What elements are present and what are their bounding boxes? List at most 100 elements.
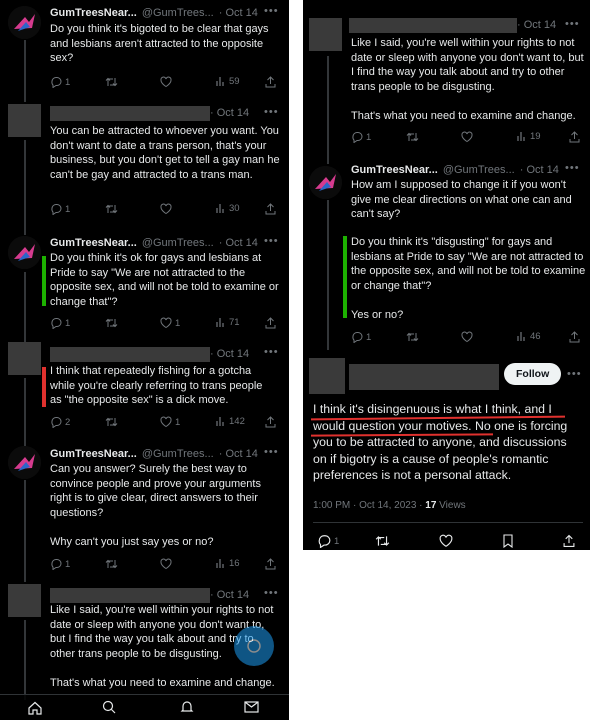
avatar[interactable] — [309, 166, 342, 199]
share-button[interactable] — [563, 534, 575, 548]
reply-button[interactable]: 2 — [50, 416, 70, 428]
notifications-icon[interactable] — [180, 700, 194, 714]
reply-count: 1 — [65, 203, 71, 215]
bookmark-button[interactable] — [502, 534, 514, 548]
reply-button[interactable]: 1 — [317, 534, 339, 548]
handle[interactable]: @GumTrees... — [142, 237, 214, 249]
tweet-date[interactable]: · Oct 14 — [210, 107, 249, 119]
reply-count: 1 — [366, 331, 372, 343]
retweet-button[interactable] — [105, 203, 118, 215]
views-button[interactable]: 19 — [516, 131, 541, 142]
handle[interactable]: @GumTrees... — [142, 448, 214, 460]
views-button[interactable]: 30 — [215, 203, 240, 214]
like-button[interactable]: 1 — [160, 416, 180, 428]
retweet-button[interactable] — [406, 331, 419, 343]
more-icon[interactable]: ••• — [567, 368, 582, 380]
views-icon — [216, 318, 224, 327]
reply-button[interactable]: 1 — [50, 317, 70, 329]
views-button[interactable]: 16 — [215, 558, 240, 569]
reply-button[interactable]: 1 — [50, 76, 70, 88]
views-button[interactable]: 71 — [215, 317, 240, 328]
share-button[interactable] — [265, 203, 276, 215]
like-button[interactable] — [160, 203, 172, 215]
retweet-button[interactable] — [105, 558, 118, 570]
share-button[interactable] — [569, 331, 580, 343]
avatar[interactable] — [8, 446, 41, 479]
retweet-icon — [406, 132, 419, 142]
share-button[interactable] — [569, 131, 580, 143]
display-name[interactable]: GumTreesNear... — [351, 164, 438, 176]
reply-icon — [51, 318, 62, 329]
views-button[interactable]: 46 — [516, 331, 541, 342]
like-button[interactable] — [461, 331, 473, 343]
avatar[interactable] — [8, 6, 41, 39]
redacted-name — [349, 17, 517, 33]
views-button[interactable]: 59 — [215, 76, 240, 87]
avatar[interactable] — [8, 236, 41, 269]
tweet-date[interactable]: · Oct 14 — [219, 7, 258, 19]
avatar[interactable] — [309, 358, 345, 394]
tweet-date[interactable]: · Oct 14 — [210, 348, 249, 360]
reply-icon — [51, 417, 62, 428]
like-button[interactable] — [160, 76, 172, 88]
like-button[interactable]: 1 — [160, 317, 180, 329]
more-icon[interactable]: ••• — [264, 5, 279, 17]
avatar[interactable] — [8, 584, 41, 617]
handle[interactable]: @GumTrees... — [443, 164, 515, 176]
handle[interactable]: @GumTrees... — [142, 7, 214, 19]
more-icon[interactable]: ••• — [264, 106, 279, 118]
reply-icon — [51, 204, 62, 215]
more-icon[interactable]: ••• — [565, 18, 580, 30]
reply-button[interactable]: 1 — [50, 203, 70, 215]
retweet-button[interactable] — [105, 76, 118, 88]
like-icon — [160, 76, 172, 88]
display-name[interactable]: GumTreesNear... — [50, 237, 137, 249]
retweet-button[interactable] — [406, 131, 419, 143]
tweet-date[interactable]: · Oct 14 — [517, 19, 556, 31]
reply-button[interactable]: 1 — [351, 331, 371, 343]
share-button[interactable] — [265, 416, 276, 428]
more-icon[interactable]: ••• — [565, 162, 580, 174]
more-icon[interactable]: ••• — [264, 587, 279, 599]
tweet-date[interactable]: · Oct 14 — [219, 448, 258, 460]
more-icon[interactable]: ••• — [264, 346, 279, 358]
messages-icon[interactable] — [244, 701, 259, 713]
like-icon — [439, 534, 453, 547]
retweet-button[interactable] — [375, 534, 390, 548]
thread-line — [327, 56, 329, 164]
reply-count: 1 — [65, 317, 71, 329]
views-button[interactable]: 142 — [215, 416, 245, 427]
timestamp[interactable]: 1:00 PM · Oct 14, 2023 · — [313, 500, 425, 511]
more-icon[interactable]: ••• — [264, 446, 279, 458]
more-icon[interactable]: ••• — [264, 235, 279, 247]
display-name[interactable]: GumTreesNear... — [50, 448, 137, 460]
retweet-icon — [105, 559, 118, 569]
reply-button[interactable]: 1 — [50, 558, 70, 570]
green-highlight-bar — [42, 256, 46, 306]
like-button[interactable] — [160, 558, 172, 570]
tweet-date[interactable]: · Oct 14 — [520, 164, 559, 176]
redacted-name — [50, 105, 210, 121]
left-screenshot-panel: GumTreesNear... @GumTrees... · Oct 14 ••… — [0, 0, 289, 720]
search-icon[interactable] — [102, 700, 116, 714]
tweet-date[interactable]: · Oct 14 — [219, 237, 258, 249]
avatar[interactable] — [8, 342, 41, 375]
reply-button[interactable]: 1 — [351, 131, 371, 143]
tweet-text: Do you think it's bigoted to be clear th… — [50, 23, 269, 65]
share-button[interactable] — [265, 317, 276, 329]
follow-button[interactable]: Follow — [504, 363, 562, 385]
avatar[interactable] — [8, 104, 41, 137]
retweet-button[interactable] — [105, 416, 118, 428]
share-icon — [265, 558, 276, 570]
home-icon[interactable] — [28, 701, 42, 715]
retweet-button[interactable] — [105, 317, 118, 329]
tweet-actions: 1 16 — [50, 558, 282, 572]
avatar[interactable] — [309, 18, 342, 51]
display-name[interactable]: GumTreesNear... — [50, 7, 137, 19]
like-button[interactable] — [439, 534, 453, 548]
like-button[interactable] — [461, 131, 473, 143]
compose-fab[interactable] — [234, 626, 274, 666]
tweet-date[interactable]: · Oct 14 — [210, 589, 249, 601]
share-button[interactable] — [265, 76, 276, 88]
share-button[interactable] — [265, 558, 276, 570]
